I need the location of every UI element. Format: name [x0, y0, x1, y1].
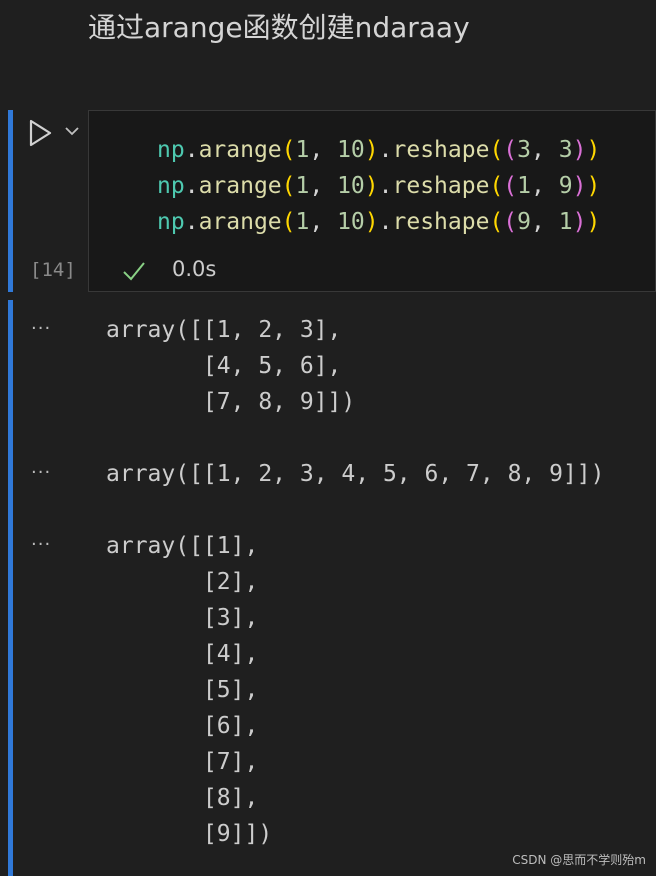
check-icon [123, 262, 145, 281]
code-token: ) [572, 137, 587, 163]
execution-time: 0.0s [172, 257, 217, 281]
code-token: , [309, 137, 338, 163]
markdown-title: 通过arange函数创建ndaraay [88, 11, 470, 44]
code-token: ) [586, 137, 601, 163]
code-token: arange [198, 173, 282, 199]
code-token: arange [198, 209, 282, 235]
code-token: 9 [517, 209, 532, 235]
code-token: , [531, 137, 559, 163]
chevron-down-icon[interactable] [63, 122, 81, 140]
code-token: 1 [517, 173, 532, 199]
code-token: np [157, 173, 185, 199]
output-text: array([[1], [2], [3], [4], [5], [6], [7]… [106, 533, 273, 847]
output-text: array([[1, 2, 3, 4, 5, 6, 7, 8, 9]]) [106, 461, 605, 487]
code-token: ) [364, 137, 379, 163]
code-token: . [378, 173, 393, 199]
code-token: ( [489, 173, 504, 199]
code-token: ( [281, 173, 296, 199]
code-token: 1 [295, 173, 310, 199]
code-token: 1 [558, 209, 573, 235]
code-token: . [184, 137, 199, 163]
code-token: . [184, 173, 199, 199]
output-focus-bar [8, 300, 13, 876]
play-icon[interactable] [26, 118, 54, 148]
code-token: ) [586, 173, 601, 199]
execution-count: [14] [30, 259, 76, 281]
output-menu-icon[interactable]: ··· [31, 318, 51, 339]
code-token: reshape [392, 209, 490, 235]
watermark: CSDN @思而不学则殆m [512, 853, 646, 867]
code-token: 3 [517, 137, 532, 163]
code-token: 3 [558, 137, 573, 163]
code-token: ) [572, 173, 587, 199]
code-token: ) [572, 209, 587, 235]
output-menu-icon[interactable]: ··· [31, 534, 51, 555]
code-token: ( [503, 173, 518, 199]
code-token: np [157, 209, 185, 235]
code-token: , [309, 209, 338, 235]
code-token: , [531, 173, 559, 199]
code-token: 9 [558, 173, 573, 199]
code-token: ( [281, 137, 296, 163]
code-token: . [378, 209, 393, 235]
code-token: ( [503, 209, 518, 235]
code-token: , [309, 173, 338, 199]
code-token: np [157, 137, 185, 163]
code-token: ( [489, 137, 504, 163]
code-token: ) [364, 209, 379, 235]
code-token: ( [503, 137, 518, 163]
code-token: 10 [337, 173, 365, 199]
code-line[interactable]: np.arange(1, 10).reshape((1, 9)) [157, 173, 600, 199]
code-token: 10 [337, 137, 365, 163]
code-token: ( [489, 209, 504, 235]
output-text: array([[1, 2, 3], [4, 5, 6], [7, 8, 9]]) [106, 317, 356, 415]
code-token: arange [198, 137, 282, 163]
code-token: 10 [337, 209, 365, 235]
code-token: ) [364, 173, 379, 199]
code-token: reshape [392, 137, 490, 163]
code-token: . [378, 137, 393, 163]
code-token: ) [586, 209, 601, 235]
code-line[interactable]: np.arange(1, 10).reshape((9, 1)) [157, 209, 600, 235]
code-line[interactable]: np.arange(1, 10).reshape((3, 3)) [157, 137, 600, 163]
output-menu-icon[interactable]: ··· [31, 462, 51, 483]
code-token: . [184, 209, 199, 235]
cell-focus-bar [8, 110, 13, 292]
code-token: , [531, 209, 559, 235]
code-token: 1 [295, 209, 310, 235]
code-token: ( [281, 209, 296, 235]
code-token: 1 [295, 137, 310, 163]
code-token: reshape [392, 173, 490, 199]
